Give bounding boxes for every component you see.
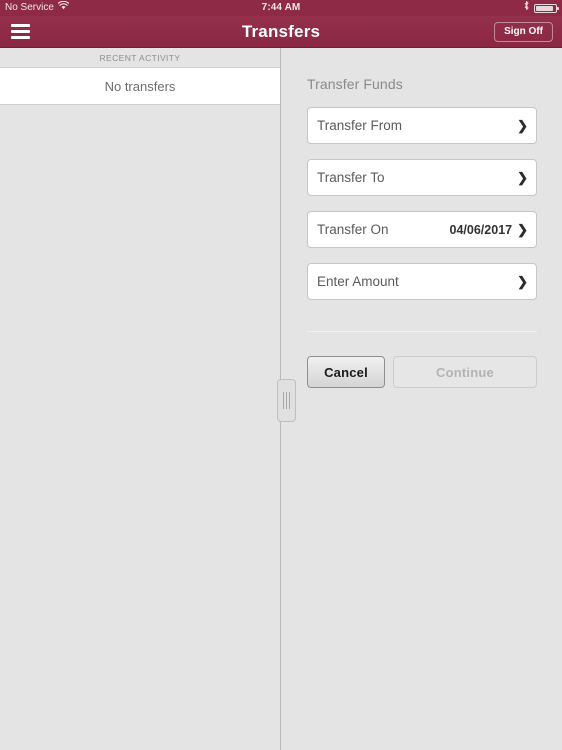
transfer-on-field[interactable]: Transfer On 04/06/2017 ❯ xyxy=(307,211,537,248)
sign-off-button[interactable]: Sign Off xyxy=(494,21,553,42)
status-bar-clock: 7:44 AM xyxy=(261,2,301,13)
split-view-content: RECENT ACTIVITY No transfers Transfer Fu… xyxy=(0,48,562,750)
page-title: Transfers xyxy=(241,21,321,41)
battery-icon xyxy=(534,3,559,13)
no-transfers-row: No transfers xyxy=(0,68,280,105)
navigation-bar: Transfers Sign Off xyxy=(0,16,562,48)
cancel-button[interactable]: Cancel xyxy=(307,356,385,388)
hamburger-menu-icon[interactable] xyxy=(0,16,40,48)
form-actions: Cancel Continue xyxy=(307,356,537,388)
status-bar: No Service 7:44 AM xyxy=(0,0,562,16)
chevron-right-icon: ❯ xyxy=(517,118,528,133)
bluetooth-icon xyxy=(523,0,530,17)
continue-button: Continue xyxy=(393,356,537,388)
transfer-to-field[interactable]: Transfer To ❯ xyxy=(307,159,537,196)
chevron-right-icon: ❯ xyxy=(517,274,528,289)
transfer-on-label: Transfer On xyxy=(317,222,389,237)
recent-activity-header: RECENT ACTIVITY xyxy=(0,48,280,68)
chevron-right-icon: ❯ xyxy=(517,170,528,185)
transfer-from-field[interactable]: Transfer From ❯ xyxy=(307,107,537,144)
transfer-funds-title: Transfer Funds xyxy=(307,76,403,92)
recent-activity-pane: RECENT ACTIVITY No transfers xyxy=(0,48,281,750)
app-screen: No Service 7:44 AM Transfers Sign Off RE… xyxy=(0,0,562,750)
transfer-from-label: Transfer From xyxy=(317,118,403,133)
chevron-right-icon: ❯ xyxy=(517,222,528,237)
split-view-grip-icon[interactable] xyxy=(277,379,296,422)
enter-amount-field[interactable]: Enter Amount ❯ xyxy=(307,263,537,300)
status-bar-right xyxy=(523,0,562,17)
transfer-on-value: 04/06/2017 xyxy=(449,222,513,237)
transfer-funds-pane: Transfer Funds Transfer From ❯ Transfer … xyxy=(282,48,562,750)
enter-amount-label: Enter Amount xyxy=(317,274,399,289)
transfer-to-label: Transfer To xyxy=(317,170,385,185)
form-divider xyxy=(307,331,537,332)
